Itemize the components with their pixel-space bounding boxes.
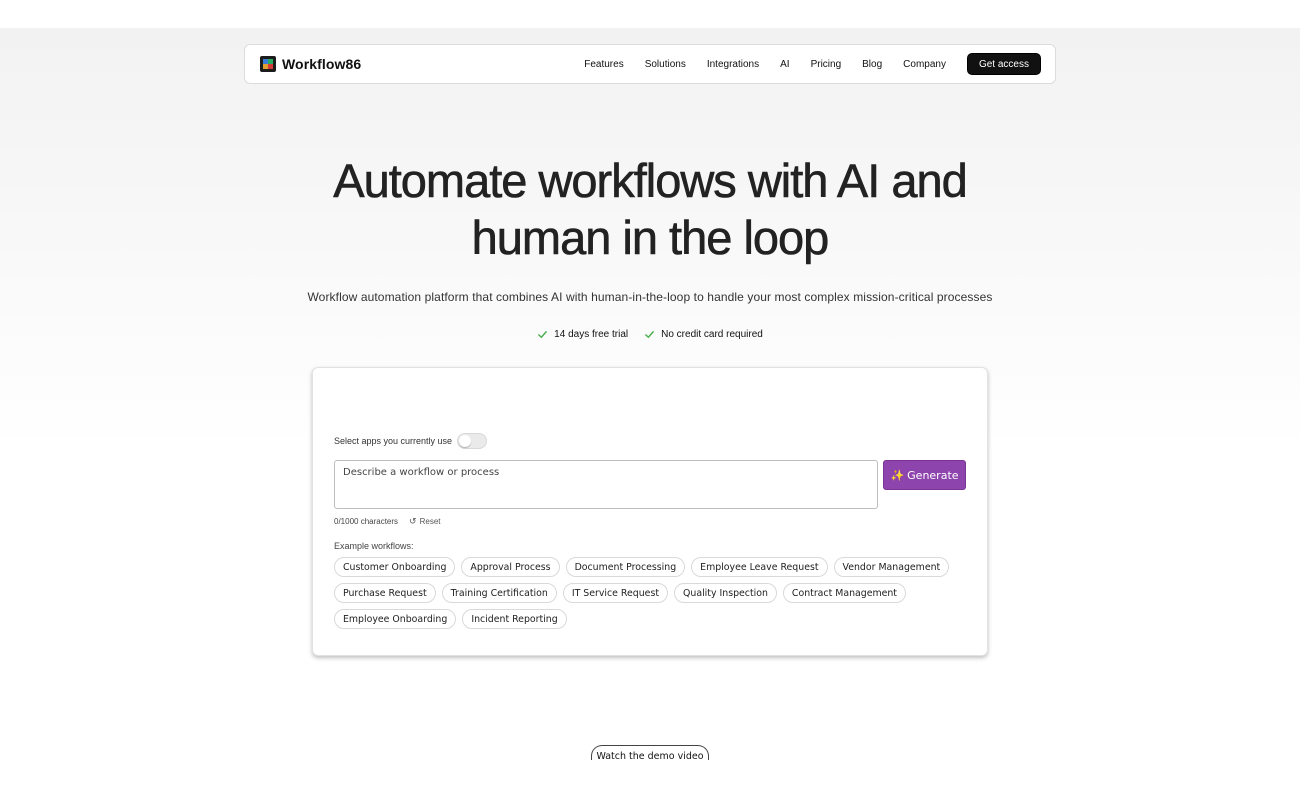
example-chip[interactable]: Document Processing bbox=[565, 557, 686, 577]
nav-link-company[interactable]: Company bbox=[903, 59, 946, 70]
example-chip[interactable]: Contract Management bbox=[782, 583, 906, 603]
hero-headline-line2: human in the loop bbox=[471, 211, 829, 265]
example-chip[interactable]: Training Certification bbox=[441, 583, 557, 603]
reset-button[interactable]: ↺ Reset bbox=[409, 516, 440, 527]
workflow-composer-card: Select apps you currently use ✨ Generate… bbox=[312, 367, 988, 656]
nav-link-pricing[interactable]: Pricing bbox=[811, 59, 842, 70]
example-chip[interactable]: Purchase Request bbox=[334, 583, 436, 603]
chip-row: Purchase Request Training Certification … bbox=[334, 583, 974, 603]
example-chip[interactable]: Incident Reporting bbox=[462, 609, 567, 629]
page: Workflow86 Features Solutions Integratio… bbox=[0, 0, 1300, 788]
example-chip[interactable]: Customer Onboarding bbox=[334, 557, 456, 577]
top-strip bbox=[0, 0, 1300, 28]
reset-label: Reset bbox=[419, 517, 441, 526]
brand[interactable]: Workflow86 bbox=[260, 56, 361, 72]
chip-row: Employee Onboarding Incident Reporting bbox=[334, 609, 974, 629]
sparkles-icon: ✨ bbox=[890, 468, 905, 482]
chip-row: Customer Onboarding Approval Process Doc… bbox=[334, 557, 974, 577]
example-workflows: Customer Onboarding Approval Process Doc… bbox=[334, 557, 974, 635]
example-chip[interactable]: Employee Leave Request bbox=[691, 557, 828, 577]
example-chip[interactable]: Approval Process bbox=[461, 557, 560, 577]
brand-name: Workflow86 bbox=[282, 56, 362, 72]
examples-label: Example workflows: bbox=[334, 541, 414, 551]
generate-label: Generate bbox=[907, 468, 959, 482]
nav-link-solutions[interactable]: Solutions bbox=[645, 59, 686, 70]
reset-icon: ↺ bbox=[409, 516, 417, 526]
nav-link-features[interactable]: Features bbox=[584, 59, 623, 70]
navbar: Workflow86 Features Solutions Integratio… bbox=[244, 44, 1056, 84]
workflow-description-input[interactable] bbox=[334, 460, 878, 509]
example-chip[interactable]: Vendor Management bbox=[833, 557, 950, 577]
workflow86-logo-icon bbox=[260, 56, 276, 72]
example-chip[interactable]: IT Service Request bbox=[562, 583, 669, 603]
apps-toggle[interactable] bbox=[457, 433, 488, 449]
perks: 14 days free trial No credit card requir… bbox=[250, 329, 1050, 340]
generate-button[interactable]: ✨ Generate bbox=[883, 460, 966, 490]
char-count: 0/1000 characters bbox=[334, 517, 399, 526]
perk-label: No credit card required bbox=[661, 329, 763, 340]
hero-headline-line1: Automate workflows with AI and bbox=[333, 154, 968, 208]
nav-link-blog[interactable]: Blog bbox=[862, 59, 882, 70]
check-icon bbox=[538, 331, 548, 338]
hero-headline: Automate workflows with AI and human in … bbox=[250, 152, 1050, 266]
perk-no-credit-card: No credit card required bbox=[644, 329, 763, 340]
bottom-cover bbox=[0, 760, 1300, 788]
input-meta-row: 0/1000 characters ↺ Reset bbox=[334, 516, 441, 527]
toggle-knob bbox=[459, 435, 472, 447]
example-chip[interactable]: Employee Onboarding bbox=[334, 609, 457, 629]
apps-toggle-label: Select apps you currently use bbox=[334, 436, 453, 446]
example-chip[interactable]: Quality Inspection bbox=[674, 583, 777, 603]
hero-subtitle: Workflow automation platform that combin… bbox=[307, 290, 993, 304]
nav-links: Features Solutions Integrations AI Prici… bbox=[584, 53, 1041, 75]
nav-link-ai[interactable]: AI bbox=[780, 59, 789, 70]
apps-toggle-row: Select apps you currently use bbox=[334, 433, 488, 449]
perk-label: 14 days free trial bbox=[554, 329, 629, 340]
perk-free-trial: 14 days free trial bbox=[537, 329, 628, 340]
get-access-button[interactable]: Get access bbox=[966, 53, 1041, 75]
nav-link-integrations[interactable]: Integrations bbox=[707, 59, 759, 70]
check-icon bbox=[645, 331, 655, 338]
